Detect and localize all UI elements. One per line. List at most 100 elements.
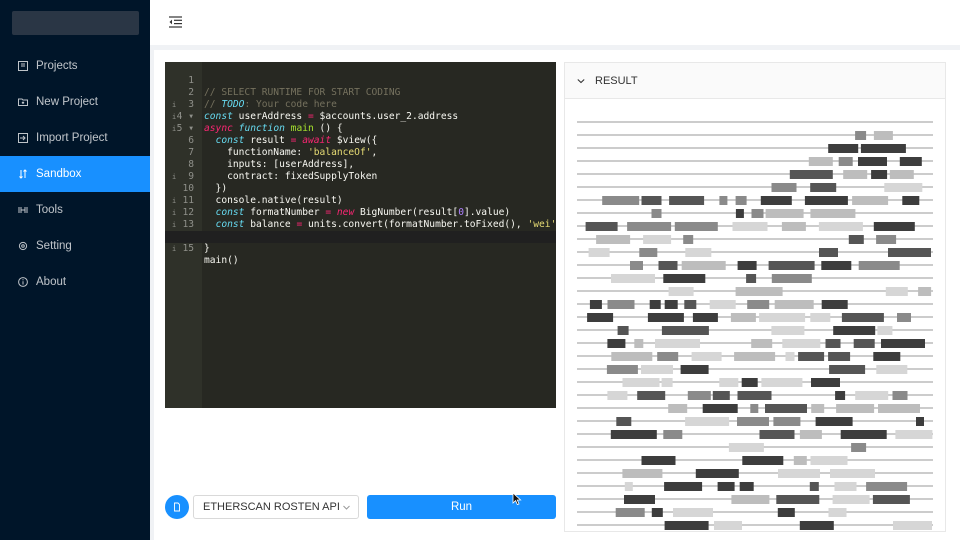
result-glyph-block — [717, 482, 735, 491]
result-glyph-block — [810, 183, 837, 192]
result-glyph-block — [860, 144, 906, 153]
result-glyph-block — [825, 339, 841, 348]
result-glyph-block — [834, 482, 857, 491]
result-glyph-block — [778, 469, 820, 478]
result-glyph-block — [818, 222, 863, 231]
result-glyph-block — [777, 508, 795, 517]
result-glyph-block — [781, 222, 806, 231]
result-glyph-block — [876, 235, 897, 244]
result-glyph-block — [611, 274, 655, 283]
api-select[interactable]: ETHERSCAN ROSTEN API — [193, 495, 359, 519]
result-glyph-block — [789, 170, 833, 179]
result-glyph-block — [730, 313, 756, 322]
run-button[interactable]: Run — [367, 495, 556, 519]
code-line: i9 }) — [172, 171, 228, 194]
code-line: i4 ▾ async function main () { — [172, 111, 343, 134]
sidebar-item-label: About — [36, 276, 67, 288]
result-glyph-block — [759, 313, 806, 322]
result-glyph-block — [735, 196, 747, 205]
menu-fold-icon[interactable] — [169, 15, 182, 28]
code-line: 10 console.native(result) — [182, 183, 343, 206]
result-glyph-block — [739, 482, 754, 491]
result-glyph-block — [685, 417, 730, 426]
result-glyph-block — [664, 521, 709, 530]
code-line: 8 contract: fixedSupplyToken — [188, 159, 378, 182]
code-line: i 11 const formatNumber = new BigNumber(r… — [172, 195, 511, 218]
result-glyph-block — [759, 430, 795, 439]
result-glyph-block — [835, 391, 846, 400]
result-glyph-block — [810, 209, 856, 218]
sidebar-item-sandbox[interactable]: Sandbox — [0, 156, 150, 192]
result-glyph-block — [747, 300, 770, 309]
result-glyph-block — [877, 326, 893, 335]
result-glyph-block — [858, 261, 900, 270]
sidebar-item-import-project[interactable]: Import Project — [0, 120, 150, 156]
result-glyph-block — [771, 274, 812, 283]
sidebar-item-tools[interactable]: Tools — [0, 192, 150, 228]
result-glyph-block — [709, 300, 736, 309]
result-glyph-block — [664, 482, 703, 491]
code-line: 2 // TODO: Your code here — [188, 87, 337, 110]
result-glyph-block — [669, 196, 705, 205]
result-glyph-block — [841, 313, 884, 322]
result-header[interactable]: RESULT — [565, 63, 945, 99]
result-glyph-block — [866, 482, 908, 491]
result-glyph-block — [712, 391, 730, 400]
result-glyph-block — [641, 456, 676, 465]
folder-icon — [18, 97, 28, 107]
result-glyph-block — [811, 378, 840, 387]
result-glyph-block — [819, 248, 838, 257]
sandbox-icon — [18, 169, 28, 179]
result-glyph-block — [664, 300, 678, 309]
result-glyph-block — [634, 339, 644, 348]
result-glyph-block — [663, 430, 683, 439]
file-button[interactable] — [165, 495, 189, 519]
result-glyph-block — [643, 235, 672, 244]
code-editor[interactable]: 1 // SELECT RUNTIME FOR START CODING 2 /… — [165, 62, 556, 408]
sidebar-item-new-project[interactable]: New Project — [0, 84, 150, 120]
result-glyph-block — [892, 391, 908, 400]
result-glyph-block — [810, 313, 831, 322]
result-glyph-block — [836, 404, 875, 413]
result-glyph-block — [639, 248, 658, 257]
sidebar-item-label: Tools — [36, 204, 63, 216]
result-glyph-block — [833, 326, 876, 335]
code-line: 14 } — [182, 231, 210, 254]
sidebar-item-projects[interactable]: Projects — [0, 48, 150, 84]
sidebar-item-about[interactable]: About — [0, 264, 150, 300]
result-glyph-block — [596, 235, 631, 244]
result-glyph-block — [793, 456, 807, 465]
sidebar-item-setting[interactable]: Setting — [0, 228, 150, 264]
result-glyph-block — [647, 313, 684, 322]
result-glyph-block — [852, 196, 889, 205]
tools-icon — [18, 205, 28, 215]
result-glyph-block — [616, 417, 632, 426]
result-glyph-block — [735, 209, 744, 218]
result-glyph-block — [888, 248, 931, 257]
sidebar-item-label: New Project — [36, 96, 98, 108]
result-glyph-block — [821, 261, 852, 270]
result-glyph-block — [627, 222, 672, 231]
result-glyph-block — [782, 339, 821, 348]
result-glyph-block — [884, 183, 923, 192]
result-glyph-block — [588, 248, 610, 257]
result-glyph-block — [815, 417, 853, 426]
result-glyph-block — [871, 170, 888, 179]
chevron-down-icon — [343, 505, 350, 510]
result-glyph-block — [657, 352, 679, 361]
api-select-value: ETHERSCAN ROSTEN API — [203, 501, 340, 513]
result-glyph-block — [838, 157, 853, 166]
result-glyph-block — [804, 196, 848, 205]
result-glyph-block — [674, 222, 718, 231]
result-glyph-block — [897, 313, 911, 322]
result-glyph-block — [731, 495, 770, 504]
result-glyph-block — [765, 209, 804, 218]
result-glyph-block — [622, 469, 663, 478]
sidebar-item-label: Sandbox — [36, 168, 82, 180]
result-glyph-block — [651, 209, 662, 218]
sidebar: Projects New Project Import Project Sand… — [0, 0, 150, 540]
result-glyph-block — [832, 495, 870, 504]
code-line: i13 console.log(`USER 2 BALANCE: ${balan… — [172, 219, 452, 242]
app-logo — [12, 11, 139, 35]
result-glyph-block — [876, 365, 908, 374]
